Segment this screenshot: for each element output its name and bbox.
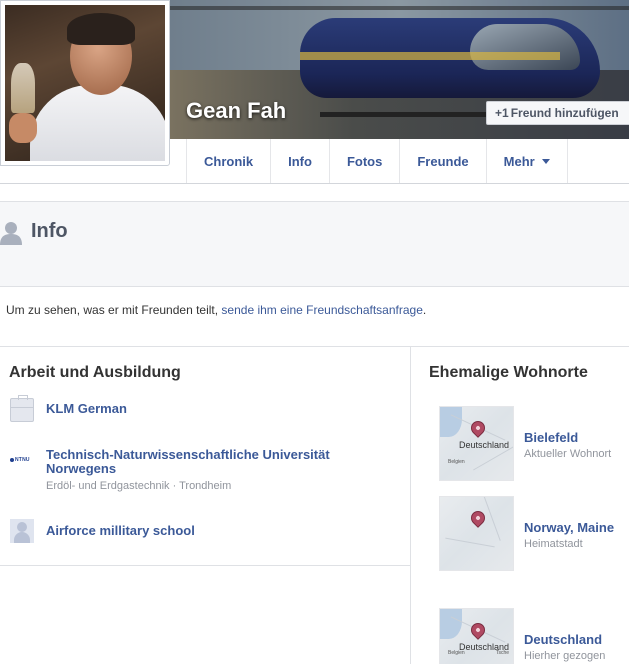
map-small-label: Belgien bbox=[448, 459, 465, 465]
place-entry-text: Deutschland Hierher gezogen bbox=[524, 632, 605, 664]
add-friend-button[interactable]: +1 Freund hinzufügen bbox=[486, 101, 629, 125]
tab-freunde-label: Freunde bbox=[417, 153, 469, 169]
tab-info[interactable]: Info bbox=[271, 139, 330, 183]
work-entry-name[interactable]: KLM German bbox=[46, 402, 127, 416]
map-water bbox=[440, 407, 462, 437]
place-entry-text: Bielefeld Aktueller Wohnort bbox=[524, 430, 611, 481]
tab-chronik[interactable]: Chronik bbox=[187, 139, 272, 183]
place-entry: Norway, Maine Heimatstadt bbox=[439, 496, 614, 571]
work-entry-text: KLM German bbox=[46, 398, 127, 422]
education-entry-name[interactable]: Airforce millitary school bbox=[46, 524, 195, 538]
tab-mehr[interactable]: Mehr bbox=[487, 139, 568, 183]
cover-rotor bbox=[170, 6, 629, 10]
nav-divider bbox=[0, 183, 629, 184]
education-entry: NTNU Technisch-Naturwissenschaftliche Un… bbox=[10, 448, 366, 492]
work-section-title: Arbeit und Ausbildung bbox=[9, 364, 181, 381]
place-name[interactable]: Bielefeld bbox=[524, 430, 611, 445]
privacy-notice: Um zu sehen, was er mit Freunden teilt, … bbox=[6, 303, 426, 317]
section-divider bbox=[0, 346, 629, 347]
tab-chronik-label: Chronik bbox=[204, 153, 254, 169]
place-type: Aktueller Wohnort bbox=[524, 448, 612, 460]
place-type: Heimatstadt bbox=[524, 538, 583, 550]
map-thumbnail[interactable] bbox=[439, 496, 514, 571]
profile-picture-frame[interactable] bbox=[0, 0, 170, 166]
map-thumbnail[interactable]: Deutschland Belgien Tsche bbox=[439, 608, 514, 664]
map-pin-icon bbox=[468, 418, 488, 438]
place-entry: Deutschland Belgien Tsche Deutschland Hi… bbox=[439, 608, 605, 664]
map-small-label: Tsche bbox=[496, 650, 510, 656]
profile-picture-hand bbox=[9, 113, 37, 143]
map-water bbox=[440, 609, 462, 639]
ntnu-logo-text: NTNU bbox=[15, 457, 30, 463]
info-header: Info bbox=[0, 201, 629, 287]
user-icon bbox=[0, 222, 22, 245]
column-divider bbox=[410, 346, 411, 664]
send-friend-request-link[interactable]: sende ihm eine Freundschaftsanfrage bbox=[221, 303, 422, 317]
tab-info-label: Info bbox=[288, 153, 312, 169]
map-pin-icon bbox=[468, 620, 488, 640]
map-small-label: Belgien bbox=[448, 650, 465, 656]
add-friend-label: Freund hinzufügen bbox=[510, 106, 619, 120]
tab-fotos-label: Fotos bbox=[346, 153, 383, 169]
briefcase-icon bbox=[10, 395, 34, 422]
map-pin-icon bbox=[468, 508, 488, 528]
education-entry-text: Airforce millitary school bbox=[46, 519, 195, 543]
profile-nav: Chronik Info Fotos Freunde Mehr bbox=[186, 139, 568, 183]
map-label: Deutschland bbox=[459, 440, 510, 450]
education-entry-text: Technisch-Naturwissenschaftliche Univers… bbox=[46, 448, 366, 493]
place-name[interactable]: Norway, Maine bbox=[524, 520, 614, 535]
work-entry: KLM German bbox=[10, 395, 127, 422]
map-border-line bbox=[445, 537, 495, 548]
ntnu-logo-dot bbox=[10, 458, 14, 462]
tab-fotos[interactable]: Fotos bbox=[330, 139, 401, 183]
work-section-divider bbox=[0, 565, 410, 566]
ntnu-logo-icon[interactable]: NTNU bbox=[10, 448, 34, 472]
profile-picture-hair bbox=[67, 13, 135, 45]
chevron-down-icon bbox=[541, 158, 550, 164]
page-title: Info bbox=[31, 220, 68, 242]
cover-helicopter-window bbox=[470, 24, 580, 70]
profile-name[interactable]: Gean Fah bbox=[186, 98, 286, 124]
privacy-notice-text: Um zu sehen, was er mit Freunden teilt, bbox=[6, 303, 222, 317]
place-entry: Deutschland Belgien Bielefeld Aktueller … bbox=[439, 406, 611, 481]
place-type: Hierher gezogen bbox=[524, 650, 606, 662]
add-friend-icon: +1 bbox=[495, 106, 509, 120]
place-entry-text: Norway, Maine Heimatstadt bbox=[524, 520, 614, 571]
education-entry: Airforce millitary school bbox=[10, 519, 195, 543]
tab-mehr-label: Mehr bbox=[503, 153, 535, 169]
tab-freunde[interactable]: Freunde bbox=[400, 139, 487, 183]
education-entry-detail: Erdöl- und Erdgastechnik · Trondheim bbox=[46, 480, 232, 492]
profile-picture-wine-glass bbox=[11, 63, 35, 113]
places-section-title: Ehemalige Wohnorte bbox=[429, 364, 588, 381]
education-entry-name[interactable]: Technisch-Naturwissenschaftliche Univers… bbox=[46, 448, 366, 476]
profile-picture-shirt bbox=[30, 85, 165, 161]
cover-helicopter-stripe bbox=[300, 52, 560, 60]
privacy-notice-suffix: . bbox=[422, 303, 427, 317]
place-name[interactable]: Deutschland bbox=[524, 632, 605, 647]
profile-picture[interactable] bbox=[5, 5, 165, 161]
map-thumbnail[interactable]: Deutschland Belgien bbox=[439, 406, 514, 481]
school-icon bbox=[10, 519, 34, 543]
